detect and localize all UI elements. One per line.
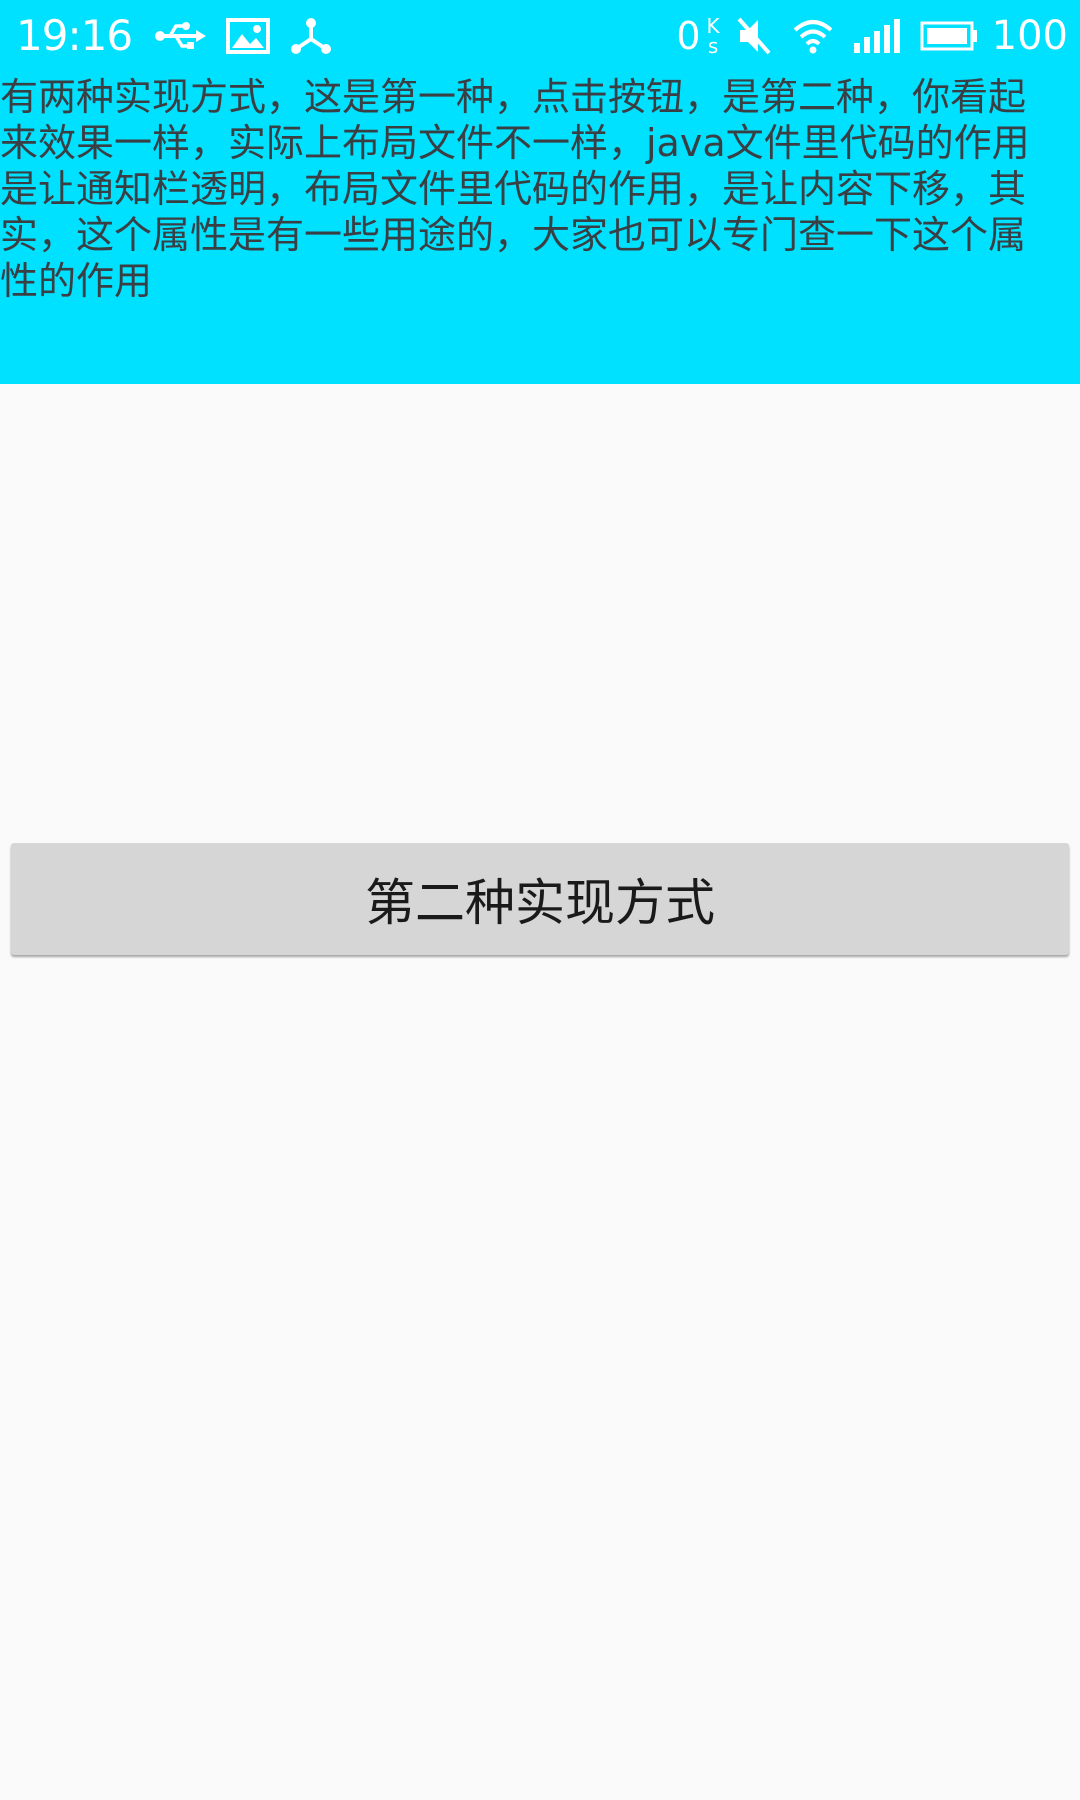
status-right-group: 0 K s 100 (676, 10, 1068, 62)
status-left-group: 19:16 (16, 10, 352, 62)
image-icon (226, 10, 271, 62)
status-bar: 19:16 0 K s 100 (0, 0, 1080, 72)
status-time: 19:16 (16, 11, 133, 60)
header-description: 有两种实现方式，这是第一种，点击按钮，是第二种，你看起来效果一样，实际上布局文件… (0, 75, 1030, 303)
second-method-button[interactable]: 第二种实现方式 (11, 843, 1069, 955)
signal-icon (853, 10, 900, 62)
net-speed-unit-bottom: s (707, 34, 719, 58)
header-panel: 19:16 0 K s 100 有两种实现方式，这是第一种，点击按钮，是第二种，… (0, 0, 1080, 384)
net-speed-value: 0 (676, 14, 701, 58)
wifi-icon (792, 10, 834, 62)
share-icon (290, 10, 332, 62)
net-speed-unit-top: K (706, 14, 720, 38)
app-screen: 19:16 0 K s 100 有两种实现方式，这是第一种，点击按钮，是第二种，… (0, 0, 1080, 1800)
mute-icon (736, 10, 772, 62)
net-speed: 0 K s (676, 10, 719, 62)
battery-icon (920, 10, 978, 62)
usb-icon (154, 10, 207, 62)
battery-level: 100 (991, 13, 1068, 59)
net-speed-unit: K s (707, 16, 720, 56)
